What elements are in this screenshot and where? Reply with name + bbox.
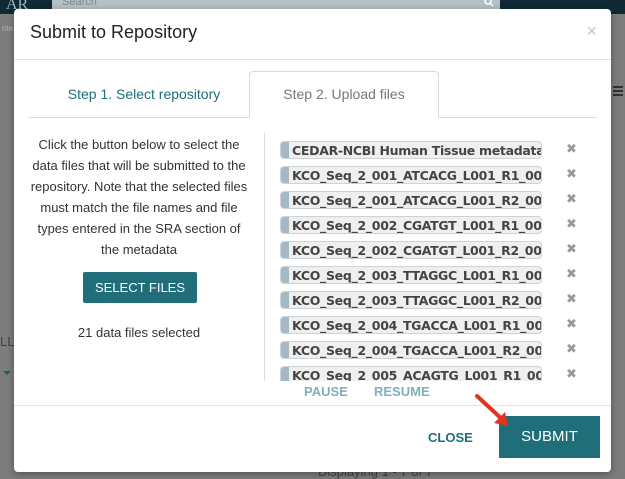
file-pill: KCO_Seq_2_004_TGACCA_L001_R1_001_co <box>280 316 542 334</box>
background-left-text: LL <box>0 334 15 349</box>
search-placeholder: Search <box>62 0 97 8</box>
step-tabs: Step 1. Select repository Step 2. Upload… <box>29 71 596 118</box>
submit-modal: Submit to Repository × Step 1. Select re… <box>14 9 611 472</box>
app-logo-subtext: nte <box>2 24 14 33</box>
caret-down-icon <box>3 371 11 375</box>
file-name: KCO_Seq_2_001_ATCACG_L001_R1_001_co <box>292 168 542 183</box>
file-pill: KCO_Seq_2_001_ATCACG_L001_R1_001_co <box>280 166 542 184</box>
remove-file-icon[interactable]: ✖ <box>566 166 577 182</box>
close-button[interactable]: CLOSE <box>428 430 473 445</box>
remove-file-icon[interactable]: ✖ <box>566 316 577 332</box>
file-name: KCO_Seq_2_004_TGACCA_L001_R1_001_co <box>292 318 541 333</box>
remove-file-icon[interactable]: ✖ <box>566 291 577 307</box>
file-item: KCO_Seq_2_002_CGATGT_L001_R2_001_co ✖ <box>280 241 580 259</box>
file-item: KCO_Seq_2_001_ATCACG_L001_R1_001_co ✖ <box>280 166 580 184</box>
file-pill: KCO_Seq_2_003_TTAGGC_L001_R2_001_co <box>280 291 542 309</box>
file-pill: KCO_Seq_2_001_ATCACG_L001_R2_001_co <box>280 191 542 209</box>
file-pill: KCO_Seq_2_004_TGACCA_L001_R2_001_co <box>280 341 542 359</box>
tab-upload-files[interactable]: Step 2. Upload files <box>249 71 439 118</box>
file-list[interactable]: CEDAR-NCBI Human Tissue metadata.json ✖ … <box>280 133 595 381</box>
drag-handle-icon <box>281 267 289 283</box>
remove-file-icon[interactable]: ✖ <box>566 216 577 232</box>
remove-file-icon[interactable]: ✖ <box>566 341 577 357</box>
modal-header: Submit to Repository × <box>14 9 611 60</box>
drag-handle-icon <box>281 217 289 233</box>
file-name: KCO_Seq_2_004_TGACCA_L001_R2_001_co <box>292 343 541 358</box>
upload-instructions-panel: Click the button below to select the dat… <box>29 134 249 340</box>
red-arrow-icon <box>475 394 508 426</box>
drag-handle-icon <box>281 167 289 183</box>
file-item: KCO_Seq_2_003_TTAGGC_L001_R2_001_co ✖ <box>280 291 580 309</box>
file-name: CEDAR-NCBI Human Tissue metadata.json <box>292 143 541 158</box>
remove-file-icon[interactable]: ✖ <box>566 141 577 157</box>
file-name: KCO_Seq_2_002_CGATGT_L001_R1_001_co <box>292 218 542 233</box>
file-pill: CEDAR-NCBI Human Tissue metadata.json <box>280 141 542 159</box>
file-item: KCO_Seq_2_005_ACAGTG_L001_R1_001_co ✖ <box>280 366 580 381</box>
file-name: KCO_Seq_2_003_TTAGGC_L001_R1_001_co <box>292 268 542 283</box>
tab-select-repository[interactable]: Step 1. Select repository <box>34 72 254 116</box>
file-pill: KCO_Seq_2_005_ACAGTG_L001_R1_001_co <box>280 366 542 381</box>
remove-file-icon[interactable]: ✖ <box>566 191 577 207</box>
remove-file-icon[interactable]: ✖ <box>566 366 577 381</box>
file-pill: KCO_Seq_2_003_TTAGGC_L001_R1_001_co <box>280 266 542 284</box>
close-icon[interactable]: × <box>586 21 597 42</box>
file-pill: KCO_Seq_2_002_CGATGT_L001_R1_001_co <box>280 216 542 234</box>
file-item: KCO_Seq_2_004_TGACCA_L001_R1_001_co ✖ <box>280 316 580 334</box>
resume-button[interactable]: RESUME <box>374 384 430 399</box>
column-divider <box>264 133 265 381</box>
file-pill: KCO_Seq_2_002_CGATGT_L001_R2_001_co <box>280 241 542 259</box>
drag-handle-icon <box>281 242 289 258</box>
file-item: KCO_Seq_2_002_CGATGT_L001_R1_001_co ✖ <box>280 216 580 234</box>
select-files-button[interactable]: SELECT FILES <box>83 272 197 303</box>
file-name: KCO_Seq_2_005_ACAGTG_L001_R1_001_co <box>292 368 541 381</box>
drag-handle-icon <box>281 292 289 308</box>
file-item: KCO_Seq_2_001_ATCACG_L001_R2_001_co ✖ <box>280 191 580 209</box>
file-name: KCO_Seq_2_001_ATCACG_L001_R2_001_co <box>292 193 542 208</box>
hamburger-menu-icon <box>613 86 623 98</box>
file-item: KCO_Seq_2_004_TGACCA_L001_R2_001_co ✖ <box>280 341 580 359</box>
search-icon <box>484 0 494 7</box>
pause-button[interactable]: PAUSE <box>304 384 348 399</box>
file-item: CEDAR-NCBI Human Tissue metadata.json ✖ <box>280 141 580 159</box>
file-name: KCO_Seq_2_002_CGATGT_L001_R2_001_co <box>292 243 542 258</box>
remove-file-icon[interactable]: ✖ <box>566 266 577 282</box>
modal-title: Submit to Repository <box>30 22 198 42</box>
drag-handle-icon <box>281 142 289 158</box>
files-selected-count: 21 data files selected <box>77 325 201 340</box>
upload-instructions: Click the button below to select the dat… <box>30 137 248 257</box>
submit-button[interactable]: SUBMIT <box>499 416 600 458</box>
drag-handle-icon <box>281 367 289 381</box>
drag-handle-icon <box>281 342 289 358</box>
file-item: KCO_Seq_2_003_TTAGGC_L001_R1_001_co ✖ <box>280 266 580 284</box>
file-name: KCO_Seq_2_003_TTAGGC_L001_R2_001_co <box>292 293 542 308</box>
drag-handle-icon <box>281 192 289 208</box>
drag-handle-icon <box>281 317 289 333</box>
remove-file-icon[interactable]: ✖ <box>566 241 577 257</box>
modal-footer-divider <box>14 405 611 406</box>
